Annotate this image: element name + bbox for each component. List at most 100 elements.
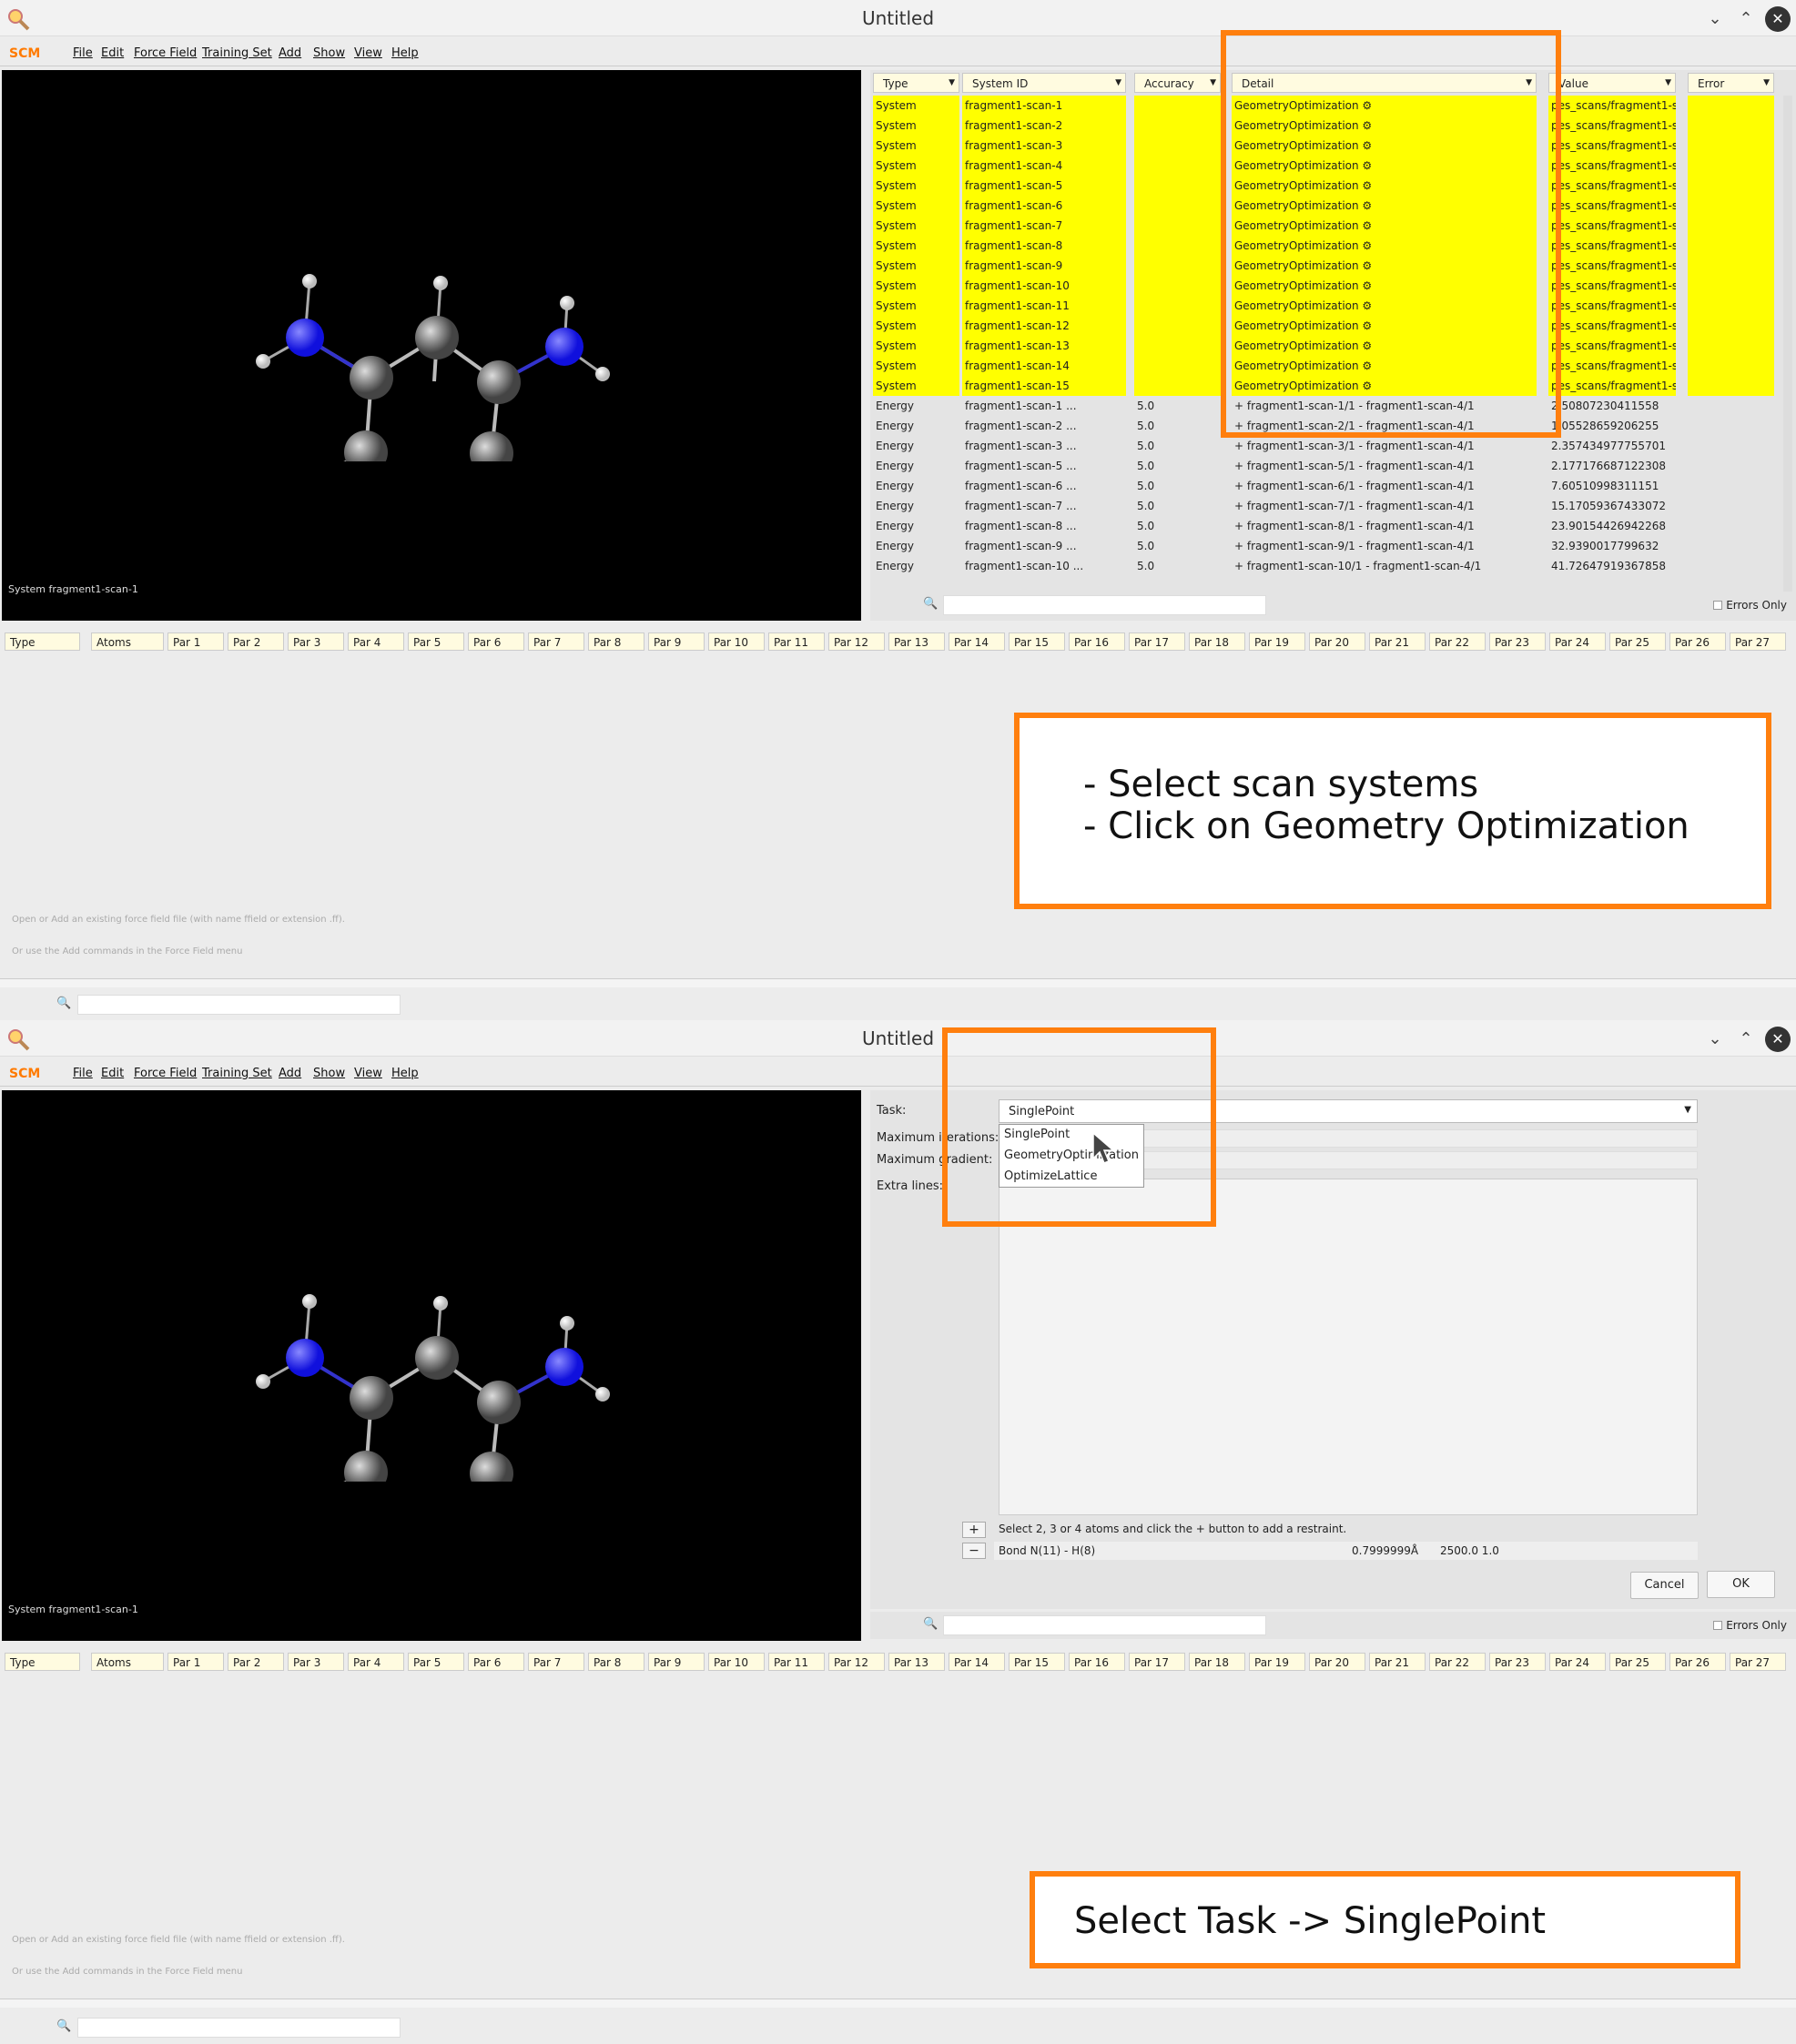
param-col-header[interactable]: Par 5 <box>408 632 464 651</box>
menu-add[interactable]: Add <box>279 1067 301 1080</box>
param-col-header[interactable]: Par 7 <box>528 1653 584 1671</box>
col-error-header[interactable]: Error ▼ <box>1688 73 1774 93</box>
param-col-header[interactable]: Par 13 <box>888 1653 945 1671</box>
menu-show[interactable]: Show <box>313 46 345 60</box>
cancel-button[interactable]: Cancel <box>1630 1572 1699 1599</box>
menu-show[interactable]: Show <box>313 1067 345 1080</box>
table-row[interactable]: Energy fragment1-scan-7 ... 5.0 + fragment1… <box>870 496 1781 516</box>
param-col-header[interactable]: Par 24 <box>1549 1653 1606 1671</box>
molecule-viewport[interactable]: System fragment1-scan-1 <box>2 1090 861 1641</box>
dropdown-icon[interactable]: ▼ <box>1665 78 1671 87</box>
param-col-header[interactable]: Par 7 <box>528 632 584 651</box>
table-row[interactable]: Energy fragment1-scan-6 ... 5.0 + fragment1… <box>870 476 1781 496</box>
minimize-icon[interactable]: ⌄ <box>1705 1029 1725 1049</box>
param-col-header[interactable]: Par 14 <box>949 1653 1005 1671</box>
table-row[interactable]: Energy fragment1-scan-3 ... 5.0 + fragment1… <box>870 436 1781 456</box>
param-col-header[interactable]: Par 16 <box>1069 1653 1125 1671</box>
param-col-header[interactable]: Par 25 <box>1609 632 1666 651</box>
param-col-header[interactable]: Par 23 <box>1489 632 1546 651</box>
param-col-header[interactable]: Par 20 <box>1309 632 1365 651</box>
dropdown-icon[interactable]: ▼ <box>1210 78 1216 87</box>
menu-view[interactable]: View <box>354 1067 382 1080</box>
table-search-input[interactable] <box>943 1615 1266 1635</box>
menu-edit[interactable]: Edit <box>101 1067 124 1080</box>
param-col-header[interactable]: Par 16 <box>1069 632 1125 651</box>
param-col-header[interactable]: Type <box>5 1653 80 1671</box>
menu-view[interactable]: View <box>354 46 382 60</box>
param-col-header[interactable]: Par 27 <box>1730 1653 1786 1671</box>
param-col-header[interactable]: Par 8 <box>588 632 644 651</box>
param-col-header[interactable]: Par 3 <box>288 1653 344 1671</box>
close-icon[interactable]: ✕ <box>1765 6 1791 32</box>
param-col-header[interactable]: Par 4 <box>348 1653 404 1671</box>
param-col-header[interactable]: Par 15 <box>1009 632 1065 651</box>
col-accuracy-header[interactable]: Accuracy ▼ <box>1134 73 1221 93</box>
param-col-header[interactable]: Par 14 <box>949 632 1005 651</box>
menu-force-field[interactable]: Force Field <box>134 46 197 60</box>
param-col-header[interactable]: Atoms <box>91 632 164 651</box>
horizontal-scrollbar[interactable] <box>0 1998 1796 2008</box>
param-col-header[interactable]: Par 26 <box>1669 1653 1726 1671</box>
param-col-header[interactable]: Par 13 <box>888 632 945 651</box>
vertical-scrollbar[interactable] <box>1783 96 1792 614</box>
menu-add[interactable]: Add <box>279 46 301 60</box>
param-col-header[interactable]: Par 12 <box>828 632 885 651</box>
menu-file[interactable]: File <box>73 1067 93 1080</box>
menu-force-field[interactable]: Force Field <box>134 1067 197 1080</box>
param-col-header[interactable]: Par 18 <box>1189 1653 1245 1671</box>
param-col-header[interactable]: Par 3 <box>288 632 344 651</box>
param-col-header[interactable]: Par 17 <box>1129 632 1185 651</box>
param-col-header[interactable]: Par 11 <box>768 632 825 651</box>
param-col-header[interactable]: Par 21 <box>1369 632 1426 651</box>
menu-edit[interactable]: Edit <box>101 46 124 60</box>
add-restraint-button[interactable]: + <box>962 1522 986 1538</box>
param-col-header[interactable]: Par 9 <box>648 632 705 651</box>
param-col-header[interactable]: Par 2 <box>228 1653 284 1671</box>
param-col-header[interactable]: Par 1 <box>167 1653 224 1671</box>
col-type-header[interactable]: Type ▼ <box>873 73 959 93</box>
param-col-header[interactable]: Par 23 <box>1489 1653 1546 1671</box>
maximize-icon[interactable]: ⌃ <box>1736 1029 1756 1049</box>
menu-file[interactable]: File <box>73 46 93 60</box>
dropdown-icon[interactable]: ▼ <box>1763 78 1770 87</box>
param-col-header[interactable]: Par 24 <box>1549 632 1606 651</box>
dropdown-icon[interactable]: ▼ <box>1115 78 1121 87</box>
errors-only-checkbox[interactable]: Errors Only <box>1713 1619 1787 1632</box>
param-col-header[interactable]: Par 6 <box>468 1653 524 1671</box>
param-col-header[interactable]: Par 12 <box>828 1653 885 1671</box>
param-col-header[interactable]: Par 4 <box>348 632 404 651</box>
param-col-header[interactable]: Par 9 <box>648 1653 705 1671</box>
table-row[interactable]: Energy fragment1-scan-8 ... 5.0 + fragment1… <box>870 516 1781 536</box>
param-col-header[interactable]: Type <box>5 632 80 651</box>
param-col-header[interactable]: Par 10 <box>708 1653 765 1671</box>
molecule-viewport[interactable]: System fragment1-scan-1 <box>2 70 861 621</box>
param-col-header[interactable]: Par 1 <box>167 632 224 651</box>
param-col-header[interactable]: Par 15 <box>1009 1653 1065 1671</box>
param-col-header[interactable]: Par 25 <box>1609 1653 1666 1671</box>
table-row[interactable]: Energy fragment1-scan-9 ... 5.0 + fragment1… <box>870 536 1781 556</box>
param-col-header[interactable]: Par 22 <box>1429 1653 1486 1671</box>
dropdown-icon[interactable]: ▼ <box>949 78 955 87</box>
param-col-header[interactable]: Par 20 <box>1309 1653 1365 1671</box>
ok-button[interactable]: OK <box>1707 1571 1775 1598</box>
menu-help[interactable]: Help <box>391 46 419 60</box>
errors-only-checkbox[interactable]: Errors Only <box>1713 599 1787 612</box>
menu-help[interactable]: Help <box>391 1067 419 1080</box>
param-col-header[interactable]: Par 6 <box>468 632 524 651</box>
remove-restraint-button[interactable]: − <box>962 1543 986 1559</box>
param-col-header[interactable]: Par 21 <box>1369 1653 1426 1671</box>
maximize-icon[interactable]: ⌃ <box>1736 9 1756 29</box>
param-col-header[interactable]: Par 10 <box>708 632 765 651</box>
table-search-input[interactable] <box>943 595 1266 615</box>
menu-training-set[interactable]: Training Set <box>202 46 272 60</box>
parameter-search-input[interactable] <box>77 2018 401 2038</box>
param-col-header[interactable]: Par 27 <box>1730 632 1786 651</box>
extra-lines-textarea[interactable] <box>999 1179 1698 1515</box>
param-col-header[interactable]: Par 22 <box>1429 632 1486 651</box>
menu-training-set[interactable]: Training Set <box>202 1067 272 1080</box>
table-row[interactable]: Energy fragment1-scan-10 ... 5.0 + fragment… <box>870 556 1781 576</box>
col-system-id-header[interactable]: System ID ▼ <box>962 73 1126 93</box>
param-col-header[interactable]: Par 19 <box>1249 1653 1305 1671</box>
param-col-header[interactable]: Par 11 <box>768 1653 825 1671</box>
param-col-header[interactable]: Par 8 <box>588 1653 644 1671</box>
